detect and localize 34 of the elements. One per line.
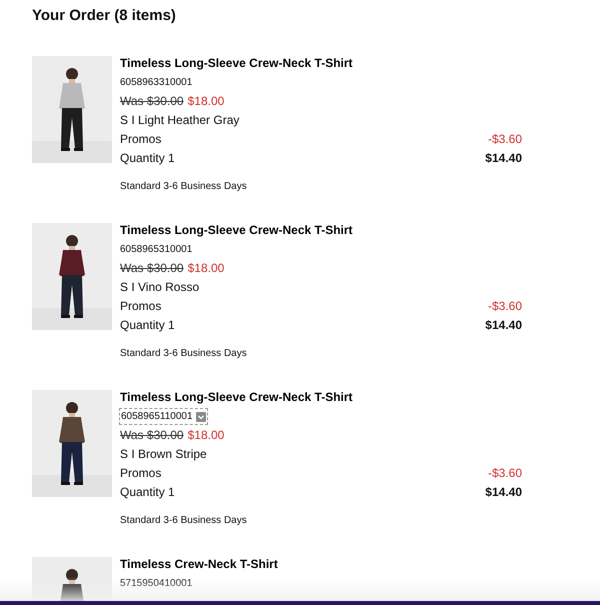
size-color: S I Brown Stripe xyxy=(120,446,208,463)
product-sku: 6058963310001 xyxy=(120,76,192,90)
order-title: Your Order (8 items) xyxy=(32,6,177,26)
promo-discount: -$3.60 xyxy=(488,465,522,482)
original-price: Was $30.00 xyxy=(120,427,184,444)
product-name: Timeless Long-Sleeve Crew-Neck T-Shirt xyxy=(120,389,354,406)
sale-price: $18.00 xyxy=(188,260,224,277)
sale-price: $18.00 xyxy=(188,93,224,110)
item-total: $14.40 xyxy=(485,484,522,501)
chevron-down-icon xyxy=(196,412,206,422)
original-price: Was $30.00 xyxy=(120,260,184,277)
shipping-method: Standard 3-6 Business Days xyxy=(120,180,248,194)
promos-label: Promos xyxy=(120,298,162,315)
promos-label: Promos xyxy=(120,131,162,148)
promo-discount: -$3.60 xyxy=(488,298,522,315)
product-sku: 5715950410001 xyxy=(120,577,192,591)
original-price: Was $30.00 xyxy=(120,93,184,110)
size-color: S I Vino Rosso xyxy=(120,279,200,296)
promos-label: Promos xyxy=(120,465,162,482)
quantity: Quantity 1 xyxy=(120,484,175,501)
product-sku: 6058965110001 xyxy=(120,409,207,424)
product-sku: 6058965310001 xyxy=(120,243,192,257)
item-total: $14.40 xyxy=(485,317,522,334)
quantity: Quantity 1 xyxy=(120,317,175,334)
shipping-method: Standard 3-6 Business Days xyxy=(120,347,248,361)
item-total: $14.40 xyxy=(485,150,522,167)
shipping-method: Standard 3-6 Business Days xyxy=(120,514,248,528)
quantity: Quantity 1 xyxy=(120,150,175,167)
sale-price: $18.00 xyxy=(188,427,224,444)
promo-discount: -$3.60 xyxy=(488,131,522,148)
product-name: Timeless Long-Sleeve Crew-Neck T-Shirt xyxy=(120,55,354,72)
size-color: S I Light Heather Gray xyxy=(120,112,240,129)
product-name: Timeless Long-Sleeve Crew-Neck T-Shirt xyxy=(120,222,354,239)
product-name: Timeless Crew-Neck T-Shirt xyxy=(120,556,279,573)
